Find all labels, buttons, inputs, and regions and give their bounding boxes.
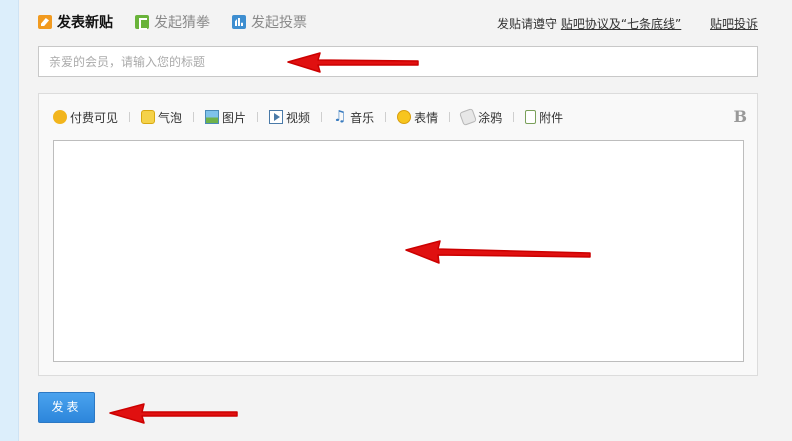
toolbar-divider — [193, 112, 195, 122]
guess-game-icon — [135, 15, 149, 30]
tab-guess-game[interactable]: 发起猜拳 — [135, 12, 210, 32]
toolbar-music-label: 音乐 — [350, 110, 375, 125]
toolbar-video[interactable]: 视频 — [269, 109, 310, 126]
toolbar-video-label: 视频 — [286, 110, 311, 125]
toolbar-emoticon[interactable]: 表情 — [397, 109, 438, 126]
toolbar-doodle[interactable]: 涂鸦 — [459, 108, 503, 126]
toolbar-attachment-label: 附件 — [539, 110, 564, 125]
annotation-arrow-submit — [109, 403, 238, 424]
pay-coin-icon — [53, 110, 67, 124]
tab-start-vote-label: 发起投票 — [251, 15, 307, 31]
tab-new-post-label: 发表新贴 — [57, 15, 113, 31]
toolbar-bubble-label: 气泡 — [158, 110, 183, 125]
toolbar-doodle-label: 涂鸦 — [478, 110, 503, 125]
policy-prefix: 发贴请遵守 — [497, 17, 558, 31]
post-type-tabs: 发表新贴 发起猜拳 发起投票 — [38, 12, 329, 32]
picture-icon — [205, 110, 220, 124]
toolbar-divider — [129, 112, 131, 122]
posting-policy-notice: 发贴请遵守 贴吧协议及“七条底线” — [497, 15, 681, 32]
toolbar-emoticon-label: 表情 — [414, 110, 439, 125]
attachment-icon — [525, 110, 537, 124]
toolbar-picture[interactable]: 图片 — [205, 109, 246, 126]
bold-button[interactable]: B — [733, 107, 747, 126]
toolbar-pay-visible[interactable]: 付费可见 — [53, 109, 118, 126]
annotation-arrow-content — [405, 240, 591, 264]
video-icon — [269, 110, 284, 124]
toolbar-music[interactable]: 音乐 — [333, 107, 375, 126]
annotation-arrow-title — [287, 52, 419, 73]
toolbar-divider — [385, 112, 387, 122]
toolbar-divider — [513, 112, 515, 122]
editor-box: 付费可见 气泡 图片 视频 音乐 — [38, 93, 758, 376]
toolbar-divider — [257, 112, 259, 122]
smiley-icon — [397, 110, 412, 124]
tab-new-post[interactable]: 发表新贴 — [38, 12, 113, 32]
new-post-icon — [38, 15, 52, 29]
toolbar-picture-label: 图片 — [222, 110, 247, 125]
toolbar-bubble[interactable]: 气泡 — [141, 109, 182, 126]
toolbar-pay-visible-label: 付费可见 — [70, 110, 119, 125]
toolbar-attachment[interactable]: 附件 — [525, 109, 563, 126]
doodle-icon — [459, 108, 478, 126]
music-icon — [333, 107, 347, 125]
tab-start-vote[interactable]: 发起投票 — [232, 12, 307, 32]
vote-chart-icon — [232, 15, 246, 29]
post-editor-page: 发表新贴 发起猜拳 发起投票 发贴请遵守 贴吧协议及“七条底线” 贴吧投诉 付费… — [0, 0, 792, 441]
bubble-icon — [141, 110, 156, 124]
left-sidebar-stripe — [0, 0, 19, 441]
post-content-editor[interactable] — [53, 140, 744, 362]
toolbar-divider — [449, 112, 451, 122]
submit-post-button[interactable]: 发表 — [38, 392, 95, 423]
report-link[interactable]: 贴吧投诉 — [710, 15, 758, 32]
toolbar-divider — [321, 112, 323, 122]
editor-toolbar: 付费可见 气泡 图片 视频 音乐 — [53, 107, 563, 126]
policy-link[interactable]: 贴吧协议及“七条底线” — [561, 17, 681, 31]
tab-guess-game-label: 发起猜拳 — [154, 15, 210, 31]
